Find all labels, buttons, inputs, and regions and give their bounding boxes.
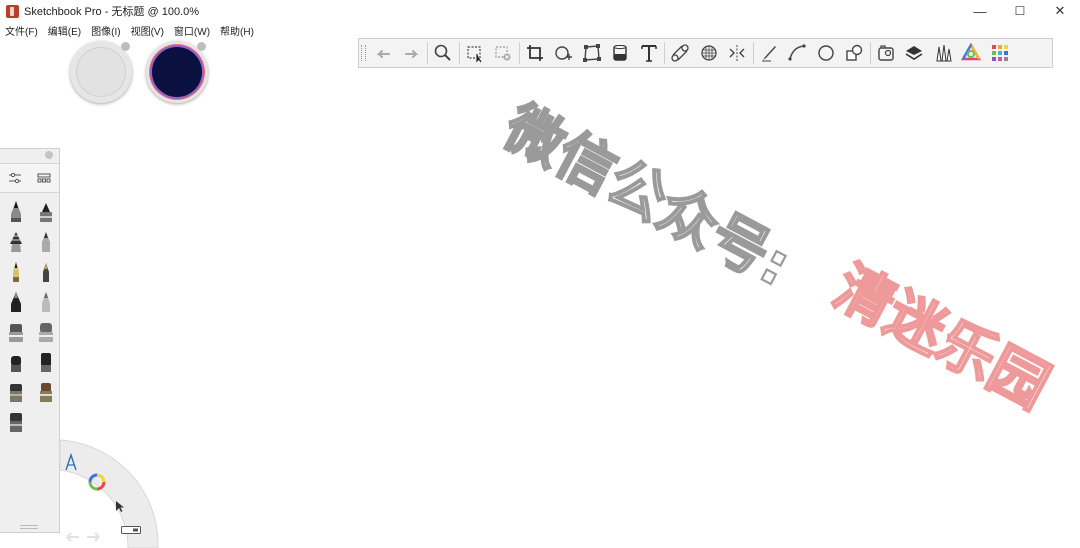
fill-icon[interactable] [606, 39, 635, 67]
menu-view[interactable]: 视图(V) [126, 23, 169, 38]
distort-icon[interactable] [578, 39, 607, 67]
layers-icon[interactable] [900, 39, 929, 67]
menu-edit[interactable]: 编辑(E) [43, 23, 86, 38]
perspective-icon[interactable] [695, 39, 724, 67]
curve-icon[interactable] [783, 39, 812, 67]
primary-color-swatch [76, 47, 126, 97]
brush-palette [0, 148, 60, 533]
brush-properties-icon[interactable] [0, 164, 29, 192]
magic-wand-icon[interactable] [489, 39, 518, 67]
color-wheel-icon[interactable] [957, 39, 986, 67]
marker-brush-icon[interactable] [34, 229, 58, 254]
brush-grid [4, 199, 58, 434]
menu-bar: 文件(F) 编辑(E) 图像(I) 视图(V) 窗口(W) 帮助(H) [0, 22, 259, 38]
felt-tip-brush-icon[interactable] [4, 349, 28, 374]
round-brush-icon[interactable] [4, 379, 28, 404]
main-toolbar [358, 38, 1053, 68]
toolbar-separator [869, 42, 871, 64]
undo-icon[interactable] [369, 39, 398, 67]
ellipse-icon[interactable] [812, 39, 841, 67]
palette-icon[interactable] [986, 39, 1015, 67]
image-import-icon[interactable] [872, 39, 901, 67]
watermark: 微信公众号: 清迷乐园 [480, 80, 1061, 460]
primary-color-puck[interactable] [70, 41, 132, 103]
text-icon[interactable] [635, 39, 664, 67]
puck-handle-icon[interactable] [121, 42, 130, 51]
redo-icon[interactable] [398, 39, 427, 67]
brush-palette-header [0, 163, 59, 193]
chisel-brush-icon[interactable] [34, 259, 58, 284]
watermark-line-2: 清迷乐园 [823, 252, 1060, 421]
inking-pen-brush-icon[interactable] [4, 289, 28, 314]
lasso-select-icon[interactable] [461, 39, 490, 67]
menu-image[interactable]: 图像(I) [86, 23, 125, 38]
secondary-color-swatch [152, 47, 202, 97]
toolbar-separator [458, 42, 460, 64]
toolbar-grip-icon[interactable] [361, 45, 366, 61]
minimize-button[interactable]: — [960, 0, 1000, 22]
watermark-line-1: 微信公众号: [493, 92, 802, 300]
pencil-brush-icon[interactable] [4, 199, 28, 224]
lagoon-brushes-icon[interactable] [62, 452, 80, 472]
lagoon-color-wheel-icon[interactable] [87, 472, 107, 492]
sketchbook-app-icon [6, 4, 19, 18]
window-controls: — ☐ ✕ [960, 0, 1080, 22]
move-rotate-icon[interactable] [549, 39, 578, 67]
hard-eraser-brush-icon[interactable] [34, 289, 58, 314]
wide-brush-icon[interactable] [4, 409, 28, 434]
maximize-button[interactable]: ☐ [1000, 0, 1040, 22]
toolbar-separator [518, 42, 520, 64]
window-title: Sketchbook Pro - 无标题 @ 100.0% [24, 6, 200, 18]
toolbar-separator [427, 42, 428, 64]
menu-help[interactable]: 帮助(H) [215, 23, 259, 38]
palette-close-icon[interactable] [45, 151, 53, 159]
toolbar-separator [752, 42, 754, 64]
brushes-icon[interactable] [929, 39, 958, 67]
airbrush-brush-icon[interactable] [4, 229, 28, 254]
secondary-color-puck[interactable] [146, 41, 208, 103]
smear-brush-icon[interactable] [34, 319, 58, 344]
menu-file[interactable]: 文件(F) [0, 23, 43, 38]
toolbar-separator [664, 42, 665, 64]
menu-window[interactable]: 窗口(W) [169, 23, 215, 38]
palette-resize-grip[interactable] [20, 525, 38, 529]
paint-brush-icon[interactable] [4, 319, 28, 344]
puck-handle-icon[interactable] [197, 42, 206, 51]
ruler-icon[interactable] [666, 39, 695, 67]
shapes-icon[interactable] [840, 39, 869, 67]
flat-brush-icon[interactable] [34, 379, 58, 404]
highlighter-brush-icon[interactable] [34, 349, 58, 374]
lagoon-undo-redo-icon[interactable] [62, 530, 104, 544]
crop-icon[interactable] [521, 39, 550, 67]
title-bar: Sketchbook Pro - 无标题 @ 100.0% — ☐ ✕ [0, 0, 1080, 22]
close-button[interactable]: ✕ [1040, 0, 1080, 22]
lagoon-select-arrow-icon[interactable] [112, 498, 128, 514]
pen-brush-icon[interactable] [4, 259, 28, 284]
lagoon-menu-toggle-icon[interactable] [120, 524, 142, 536]
pen-icon[interactable] [755, 39, 784, 67]
symmetry-icon[interactable] [723, 39, 752, 67]
zoom-icon[interactable] [429, 39, 458, 67]
ballpoint-brush-icon[interactable] [34, 199, 58, 224]
brush-library-icon[interactable] [29, 164, 58, 192]
